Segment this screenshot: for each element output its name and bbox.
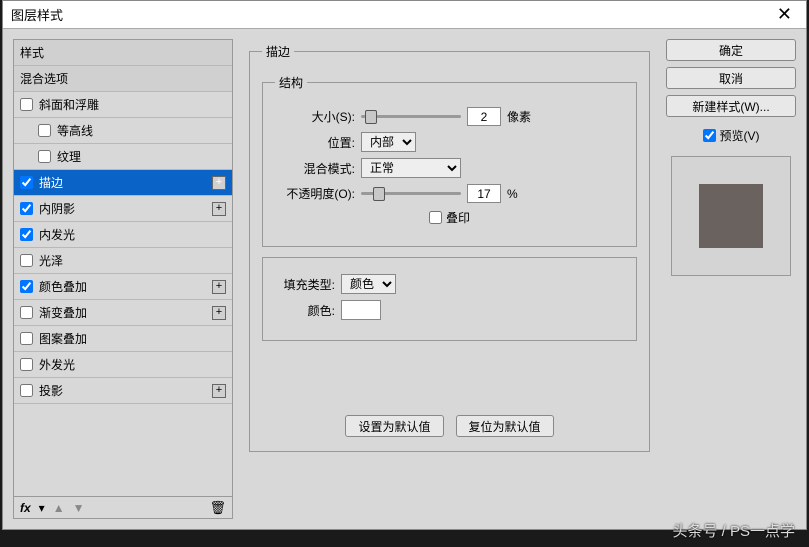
set-default-button[interactable]: 设置为默认值 xyxy=(345,415,443,437)
settings-panel: 描边 结构 大小(S): 像素 位置: 内部 混合模式: xyxy=(241,39,658,519)
size-unit: 像素 xyxy=(507,108,531,125)
style-item-checkbox[interactable] xyxy=(38,124,51,137)
style-item-label: 颜色叠加 xyxy=(39,278,87,295)
style-item-label: 等高线 xyxy=(57,122,93,139)
dialog-window: 图层样式 ✕ 样式 混合选项 斜面和浮雕等高线纹理描边+内阴影+内发光光泽颜色叠… xyxy=(2,0,807,530)
style-list: 样式 混合选项 斜面和浮雕等高线纹理描边 + 内阴影 + 内发光光泽颜色叠加 + 渐变叠加 +… xyxy=(13,39,233,497)
style-item-1[interactable]: 等高线 xyxy=(14,118,232,144)
styles-header[interactable]: 样式 xyxy=(14,40,232,66)
style-item-10[interactable]: 外发光 xyxy=(14,352,232,378)
style-item-2[interactable]: 纹理 xyxy=(14,144,232,170)
style-item-checkbox[interactable] xyxy=(20,332,33,345)
style-item-5[interactable]: 内发光 xyxy=(14,222,232,248)
style-item-checkbox[interactable] xyxy=(20,384,33,397)
style-item-checkbox[interactable] xyxy=(20,306,33,319)
window-title: 图层样式 xyxy=(11,5,63,24)
titlebar: 图层样式 ✕ xyxy=(3,1,806,29)
plus-icon[interactable]: + xyxy=(212,202,226,216)
trash-icon[interactable]: 🗑 xyxy=(209,500,226,516)
style-item-checkbox[interactable] xyxy=(20,358,33,371)
new-style-button[interactable]: 新建样式(W)... xyxy=(666,95,796,117)
style-item-label: 渐变叠加 xyxy=(39,304,87,321)
ok-button[interactable]: 确定 xyxy=(666,39,796,61)
plus-icon[interactable]: + xyxy=(212,384,226,398)
style-item-label: 内发光 xyxy=(39,226,75,243)
style-item-11[interactable]: 投影 + xyxy=(14,378,232,404)
style-item-label: 外发光 xyxy=(39,356,75,373)
size-input[interactable] xyxy=(467,107,501,126)
structure-group: 结构 大小(S): 像素 位置: 内部 混合模式: 正常 xyxy=(262,74,637,247)
color-label: 颜色: xyxy=(275,302,335,319)
style-list-footer: fx ▾ ▲ ▼ 🗑 xyxy=(13,497,233,519)
dropdown-icon[interactable]: ▾ xyxy=(39,501,45,515)
content-area: 样式 混合选项 斜面和浮雕等高线纹理描边+内阴影+内发光光泽颜色叠加+渐变叠加+… xyxy=(3,29,806,529)
style-item-label: 光泽 xyxy=(39,252,63,269)
stroke-group: 描边 结构 大小(S): 像素 位置: 内部 混合模式: xyxy=(249,43,650,452)
style-item-9[interactable]: 图案叠加 xyxy=(14,326,232,352)
blend-mode-select[interactable]: 正常 xyxy=(361,158,461,178)
style-item-checkbox[interactable] xyxy=(20,228,33,241)
style-item-6[interactable]: 光泽 xyxy=(14,248,232,274)
right-panel: 确定 取消 新建样式(W)... 预览(V) xyxy=(666,39,796,519)
color-swatch[interactable] xyxy=(341,300,381,320)
fill-type-select[interactable]: 颜色 xyxy=(341,274,396,294)
style-item-checkbox[interactable] xyxy=(38,150,51,163)
style-item-7[interactable]: 颜色叠加 + xyxy=(14,274,232,300)
cancel-button[interactable]: 取消 xyxy=(666,67,796,89)
structure-legend: 结构 xyxy=(275,74,307,91)
style-item-3[interactable]: 描边 + xyxy=(14,170,232,196)
preview-swatch xyxy=(699,184,763,248)
move-up-icon[interactable]: ▲ xyxy=(53,501,65,515)
preview-input[interactable] xyxy=(703,129,716,142)
overprint-label: 叠印 xyxy=(446,209,470,226)
blend-options-label: 混合选项 xyxy=(20,70,68,87)
style-item-checkbox[interactable] xyxy=(20,98,33,111)
style-item-checkbox[interactable] xyxy=(20,176,33,189)
watermark: 头条号 / PS一点学 xyxy=(672,520,795,541)
plus-icon[interactable]: + xyxy=(212,280,226,294)
style-item-label: 纹理 xyxy=(57,148,81,165)
style-item-label: 斜面和浮雕 xyxy=(39,96,99,113)
style-item-4[interactable]: 内阴影 + xyxy=(14,196,232,222)
size-slider[interactable] xyxy=(361,115,461,118)
blend-mode-label: 混合模式: xyxy=(275,160,355,177)
style-item-label: 投影 xyxy=(39,382,63,399)
opacity-input[interactable] xyxy=(467,184,501,203)
style-item-checkbox[interactable] xyxy=(20,280,33,293)
style-item-checkbox[interactable] xyxy=(20,254,33,267)
position-select[interactable]: 内部 xyxy=(361,132,416,152)
stroke-legend: 描边 xyxy=(262,43,294,60)
overprint-checkbox[interactable]: 叠印 xyxy=(429,209,470,226)
style-item-8[interactable]: 渐变叠加 + xyxy=(14,300,232,326)
fill-type-label: 填充类型: xyxy=(275,276,335,293)
left-panel: 样式 混合选项 斜面和浮雕等高线纹理描边 + 内阴影 + 内发光光泽颜色叠加 + 渐变叠加 +… xyxy=(13,39,233,519)
close-icon[interactable]: ✕ xyxy=(771,4,798,25)
preview-checkbox[interactable]: 预览(V) xyxy=(666,127,796,144)
opacity-label: 不透明度(O): xyxy=(275,185,355,202)
preview-box xyxy=(671,156,791,276)
move-down-icon[interactable]: ▼ xyxy=(73,501,85,515)
plus-icon[interactable]: + xyxy=(212,176,226,190)
blend-options-row[interactable]: 混合选项 xyxy=(14,66,232,92)
plus-icon[interactable]: + xyxy=(212,306,226,320)
style-item-label: 图案叠加 xyxy=(39,330,87,347)
opacity-unit: % xyxy=(507,187,518,201)
reset-default-button[interactable]: 复位为默认值 xyxy=(456,415,554,437)
size-label: 大小(S): xyxy=(275,108,355,125)
fill-group: 填充类型: 颜色 颜色: xyxy=(262,257,637,341)
style-item-label: 内阴影 xyxy=(39,200,75,217)
styles-header-label: 样式 xyxy=(20,44,44,61)
style-item-label: 描边 xyxy=(39,174,63,191)
overprint-input[interactable] xyxy=(429,211,442,224)
position-label: 位置: xyxy=(275,134,355,151)
fx-icon[interactable]: fx xyxy=(20,501,31,515)
style-item-0[interactable]: 斜面和浮雕 xyxy=(14,92,232,118)
style-item-checkbox[interactable] xyxy=(20,202,33,215)
opacity-slider[interactable] xyxy=(361,192,461,195)
preview-label: 预览(V) xyxy=(720,127,760,144)
